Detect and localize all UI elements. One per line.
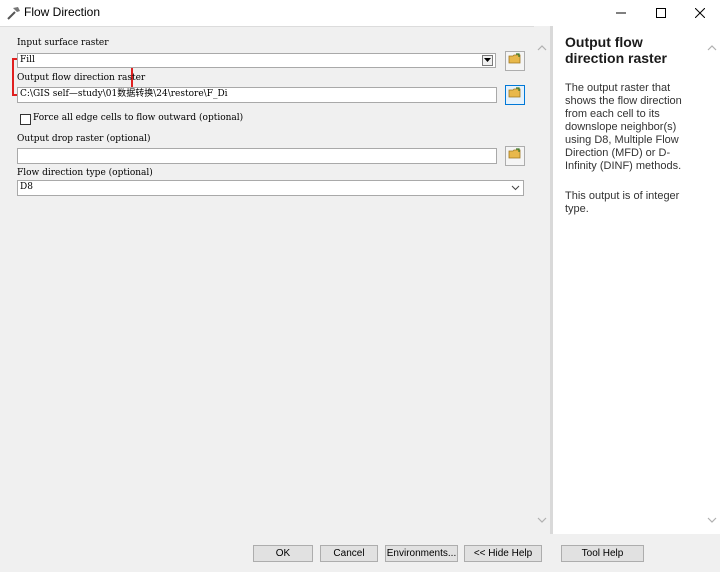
- help-pane: Output flow direction raster The output …: [553, 26, 704, 534]
- close-icon: [695, 8, 705, 18]
- help-note: This output is of integer type.: [565, 190, 680, 215]
- flow-type-value: D8: [20, 182, 33, 192]
- parameters-pane: Input surface raster Fill Output flow di…: [0, 26, 534, 535]
- input-surface-browse-button[interactable]: [505, 51, 525, 71]
- dropdown-button[interactable]: [482, 55, 493, 66]
- input-surface-field[interactable]: Fill: [17, 53, 496, 68]
- scroll-down-icon[interactable]: [707, 512, 717, 523]
- input-surface-value: Fill: [20, 55, 35, 65]
- close-button[interactable]: [677, 0, 720, 26]
- input-surface-label: Input surface raster: [17, 38, 109, 48]
- parameters-scrollbar[interactable]: [534, 26, 550, 534]
- title-bar: Flow Direction: [0, 0, 720, 26]
- button-bar: OK Cancel Environments... << Hide Help T…: [0, 534, 720, 572]
- maximize-icon: [656, 8, 666, 18]
- tool-help-button[interactable]: Tool Help: [561, 545, 644, 562]
- scroll-up-icon[interactable]: [537, 40, 547, 51]
- hide-help-button[interactable]: << Hide Help: [464, 545, 542, 562]
- folder-icon: [508, 52, 522, 70]
- chevron-down-icon: [511, 183, 520, 195]
- window-title: Flow Direction: [24, 5, 101, 19]
- force-edge-checkbox[interactable]: [20, 114, 31, 125]
- hammer-icon: [6, 5, 22, 21]
- output-flow-field[interactable]: C:\GIS self—study\01数据转换\24\restore\F_Di: [17, 87, 497, 103]
- ok-button[interactable]: OK: [253, 545, 313, 562]
- scroll-up-icon[interactable]: [707, 40, 717, 51]
- output-flow-label: Output flow direction raster: [17, 73, 146, 83]
- output-drop-browse-button[interactable]: [505, 146, 525, 166]
- help-scrollbar[interactable]: [704, 26, 720, 534]
- flow-type-select[interactable]: D8: [17, 180, 524, 196]
- help-title: Output flow direction raster: [565, 34, 667, 66]
- scroll-down-icon[interactable]: [537, 512, 547, 523]
- cancel-button[interactable]: Cancel: [320, 545, 378, 562]
- environments-button[interactable]: Environments...: [385, 545, 458, 562]
- output-flow-browse-button[interactable]: [505, 85, 525, 105]
- flow-type-label: Flow direction type (optional): [17, 168, 153, 178]
- minimize-icon: [616, 8, 626, 18]
- output-drop-field[interactable]: [17, 148, 497, 164]
- output-drop-label: Output drop raster (optional): [17, 134, 151, 144]
- help-description: The output raster that shows the flow di…: [565, 82, 682, 172]
- folder-icon: [508, 147, 522, 165]
- folder-icon: [508, 86, 522, 104]
- output-flow-value: C:\GIS self—study\01数据转换\24\restore\F_Di: [20, 89, 228, 99]
- force-edge-label: Force all edge cells to flow outward (op…: [33, 113, 244, 123]
- chevron-down-icon: [484, 58, 491, 62]
